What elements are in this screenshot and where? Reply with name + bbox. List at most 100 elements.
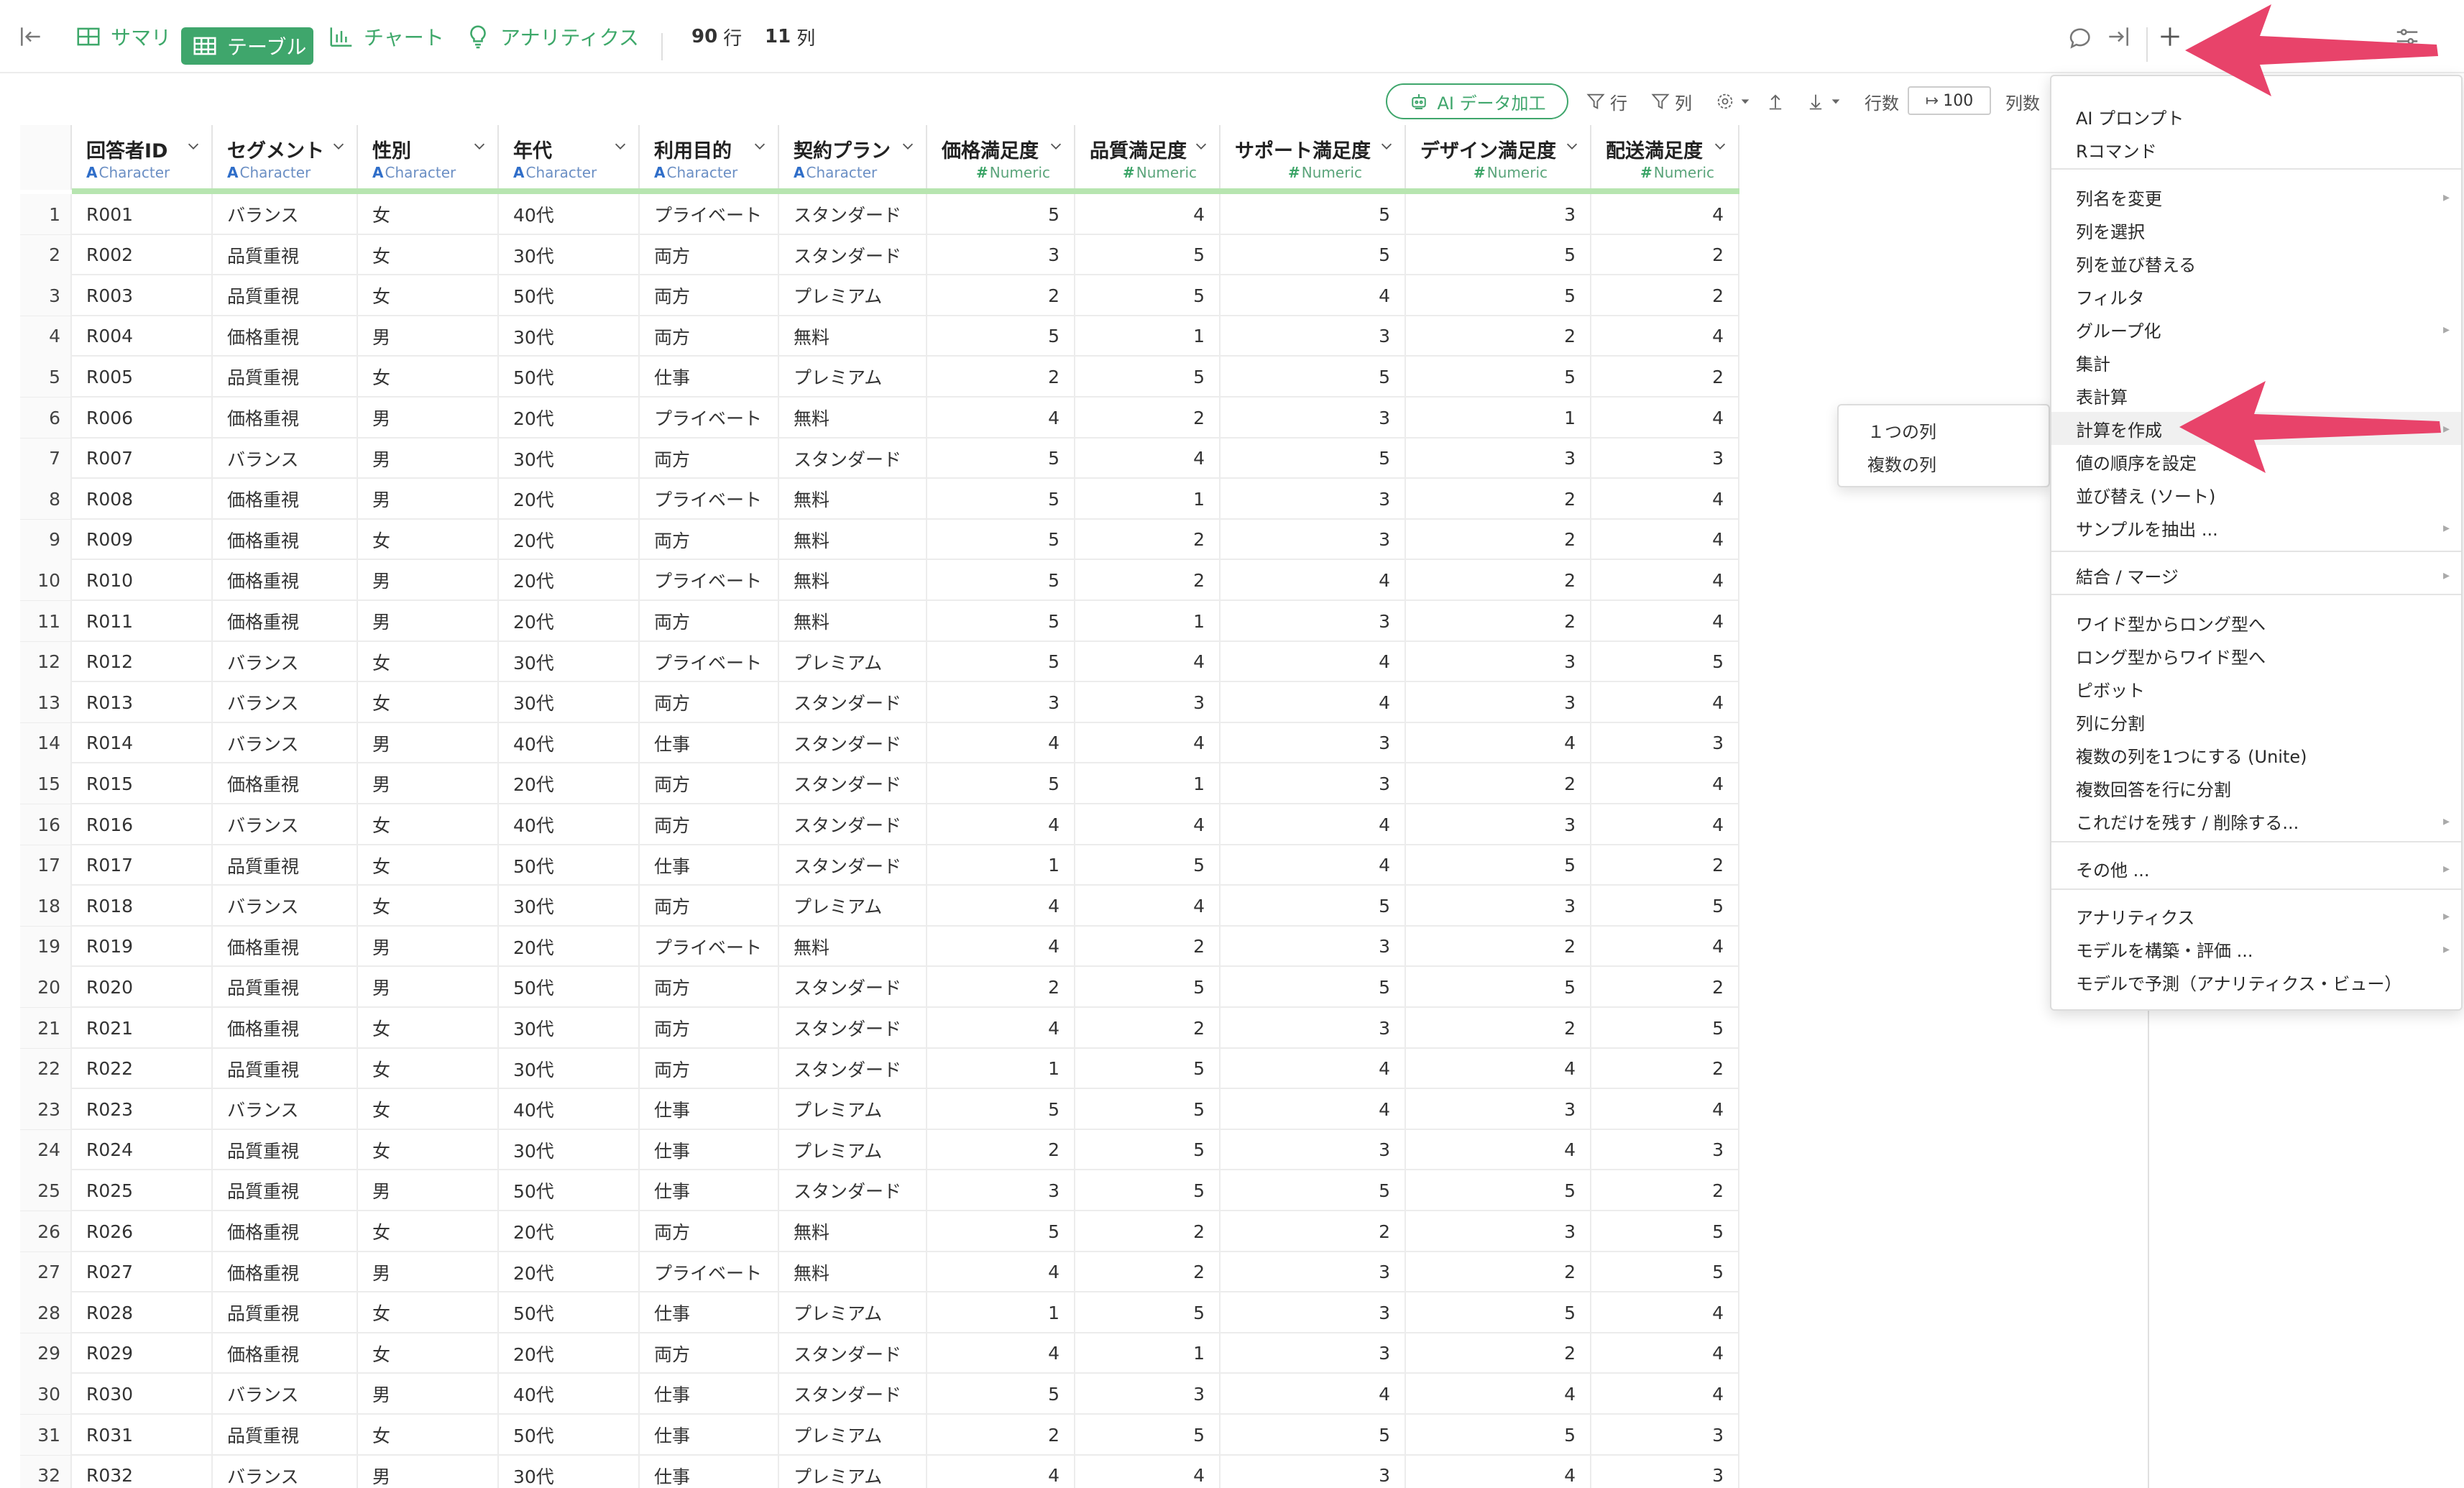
table-cell[interactable]: 20代 <box>499 519 640 560</box>
table-cell[interactable]: 価格重視 <box>213 560 358 601</box>
table-cell[interactable]: 5 <box>1220 1415 1406 1455</box>
table-cell[interactable]: 5 <box>1075 845 1220 886</box>
table-cell[interactable]: 4 <box>1220 1374 1406 1415</box>
table-cell[interactable]: 品質重視 <box>213 1292 358 1333</box>
table-cell[interactable]: 40代 <box>499 1089 640 1130</box>
table-row[interactable]: 12 R012 バランス女 30代 プライベート プレミアム 5 4 4 3 5 <box>20 641 1739 683</box>
table-cell[interactable]: 無料 <box>779 1211 927 1252</box>
table-cell[interactable]: 20代 <box>499 763 640 804</box>
table-cell[interactable]: 両方 <box>640 967 779 1008</box>
table-cell[interactable]: 4 <box>927 804 1075 845</box>
table-row[interactable]: 22 R022 品質重視女 30代 両方 スタンダード 1 5 4 4 2 <box>20 1048 1739 1090</box>
table-cell[interactable]: 5 <box>1220 1170 1406 1211</box>
table-cell[interactable]: 30代 <box>499 1455 640 1488</box>
table-cell[interactable]: 5 <box>1075 967 1220 1008</box>
table-cell[interactable]: 4 <box>927 886 1075 927</box>
menu-item[interactable]: 列を並び替える <box>2076 249 2196 277</box>
table-cell[interactable]: スタンダード <box>779 194 927 234</box>
submenu-item-single-column[interactable]: １つの列 <box>1867 415 1936 444</box>
table-cell[interactable]: 女 <box>358 641 499 682</box>
table-cell[interactable]: 50代 <box>499 967 640 1008</box>
table-row[interactable]: 24 R024 品質重視女 30代 仕事 プレミアム 2 5 3 4 3 <box>20 1129 1739 1171</box>
table-cell[interactable]: 5 <box>1220 886 1406 927</box>
table-row[interactable]: 15 R015 価格重視男 20代 両方 スタンダード 5 1 3 2 4 <box>20 763 1739 804</box>
table-cell[interactable]: 4 <box>1220 641 1406 682</box>
table-cell[interactable]: 4 <box>1075 886 1220 927</box>
table-cell[interactable]: 3 <box>1220 479 1406 520</box>
table-cell[interactable]: 3 <box>1591 438 1739 479</box>
table-cell[interactable]: 3 <box>1406 194 1591 234</box>
table-cell[interactable]: バランス <box>213 886 358 927</box>
table-cell[interactable]: 5 <box>1075 1415 1220 1455</box>
table-cell[interactable]: スタンダード <box>779 682 927 723</box>
menu-item[interactable]: その他 ... <box>2076 854 2150 883</box>
table-cell[interactable]: 5 <box>927 519 1075 560</box>
table-cell[interactable]: スタンダード <box>779 967 927 1008</box>
table-cell[interactable]: 3 <box>1220 601 1406 641</box>
table-row[interactable]: 29 R029 価格重視女 20代 両方 スタンダード 4 1 3 2 4 <box>20 1333 1739 1374</box>
table-cell[interactable]: 3 <box>1406 682 1591 723</box>
table-cell[interactable]: 4 <box>1075 722 1220 763</box>
table-cell[interactable]: 5 <box>927 438 1075 479</box>
table-cell[interactable]: 男 <box>358 926 499 967</box>
table-cell[interactable]: 男 <box>358 1374 499 1415</box>
table-cell[interactable]: 4 <box>1591 398 1739 438</box>
collapse-left-button[interactable] <box>17 0 53 73</box>
table-row[interactable]: 17 R017 品質重視女 50代 仕事 スタンダード 1 5 4 5 2 <box>20 845 1739 886</box>
menu-item[interactable]: ロング型からワイド型へ <box>2076 641 2266 670</box>
table-cell[interactable]: 3 <box>1220 1008 1406 1048</box>
menu-item[interactable]: フィルタ <box>2076 282 2145 311</box>
table-cell[interactable]: 4 <box>1406 1455 1591 1488</box>
table-cell[interactable]: R006 <box>72 398 213 438</box>
menu-item[interactable]: 結合 / マージ <box>2076 561 2179 589</box>
table-row[interactable]: 32 R032 バランス男 30代 仕事 プレミアム 4 4 3 4 3 <box>20 1455 1739 1488</box>
table-cell[interactable]: 女 <box>358 886 499 927</box>
table-row[interactable]: 16 R016 バランス女 40代 両方 スタンダード 4 4 4 3 4 <box>20 804 1739 845</box>
table-cell[interactable]: スタンダード <box>779 1170 927 1211</box>
table-cell[interactable]: 2 <box>927 967 1075 1008</box>
table-cell[interactable]: プライベート <box>640 194 779 234</box>
table-row[interactable]: 31 R031 品質重視女 50代 仕事 プレミアム 2 5 5 5 3 <box>20 1415 1739 1456</box>
filter-rows-button[interactable]: 行 <box>1586 83 1627 119</box>
table-cell[interactable]: 3 <box>1220 398 1406 438</box>
table-cell[interactable]: 価格重視 <box>213 926 358 967</box>
table-cell[interactable]: 5 <box>927 641 1075 682</box>
table-cell[interactable]: 女 <box>358 275 499 316</box>
table-cell[interactable]: 4 <box>1591 560 1739 601</box>
table-cell[interactable]: 3 <box>1406 886 1591 927</box>
table-cell[interactable]: 5 <box>1406 1170 1591 1211</box>
table-cell[interactable]: 仕事 <box>640 1415 779 1455</box>
table-cell[interactable]: R022 <box>72 1048 213 1089</box>
table-cell[interactable]: 3 <box>1220 1292 1406 1333</box>
table-cell[interactable]: バランス <box>213 804 358 845</box>
table-cell[interactable]: スタンダード <box>779 845 927 886</box>
table-cell[interactable]: 価格重視 <box>213 1008 358 1048</box>
table-cell[interactable]: 女 <box>358 1129 499 1170</box>
table-cell[interactable]: 男 <box>358 438 499 479</box>
table-cell[interactable]: 4 <box>1406 1129 1591 1170</box>
table-row[interactable]: 13 R013 バランス女 30代 両方 スタンダード 3 3 4 3 4 <box>20 682 1739 723</box>
table-cell[interactable]: 価格重視 <box>213 1211 358 1252</box>
table-cell[interactable]: 両方 <box>640 1048 779 1089</box>
table-cell[interactable]: プレミアム <box>779 1455 927 1488</box>
table-cell[interactable]: 男 <box>358 1252 499 1292</box>
table-cell[interactable]: 5 <box>1075 1129 1220 1170</box>
table-cell[interactable]: R015 <box>72 763 213 804</box>
table-cell[interactable]: 30代 <box>499 1048 640 1089</box>
table-cell[interactable]: 両方 <box>640 275 779 316</box>
table-cell[interactable]: 4 <box>1591 194 1739 234</box>
table-cell[interactable]: R031 <box>72 1415 213 1455</box>
table-cell[interactable]: バランス <box>213 1089 358 1130</box>
tab-chart[interactable]: チャート <box>328 0 444 73</box>
table-cell[interactable]: R025 <box>72 1170 213 1211</box>
table-cell[interactable]: R016 <box>72 804 213 845</box>
table-cell[interactable]: 4 <box>1075 641 1220 682</box>
table-row[interactable]: 23 R023 バランス女 40代 仕事 プレミアム 5 5 4 3 4 <box>20 1089 1739 1130</box>
table-cell[interactable]: 価格重視 <box>213 1333 358 1374</box>
table-cell[interactable]: 5 <box>1406 1415 1591 1455</box>
ai-data-wrangling-button[interactable]: AI データ加工 <box>1386 83 1568 119</box>
table-cell[interactable]: 価格重視 <box>213 1252 358 1292</box>
table-cell[interactable]: 無料 <box>779 1252 927 1292</box>
table-cell[interactable]: 無料 <box>779 519 927 560</box>
table-cell[interactable]: 女 <box>358 1333 499 1374</box>
